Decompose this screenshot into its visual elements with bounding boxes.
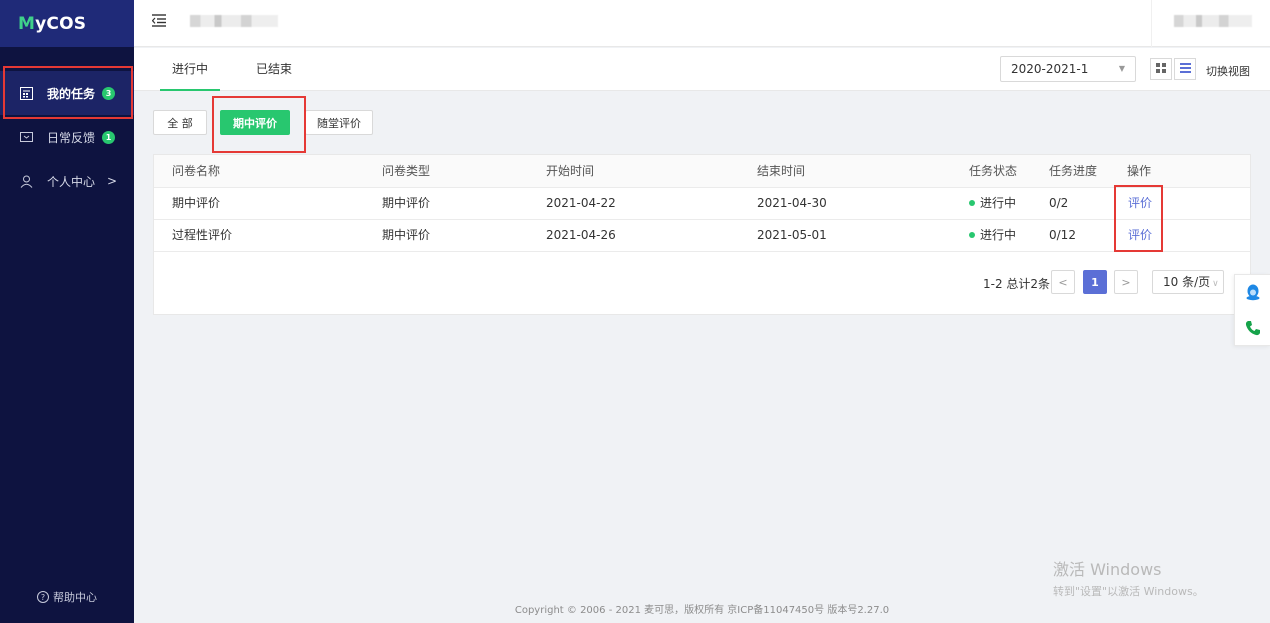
list-view-button[interactable]	[1174, 58, 1196, 80]
filter-all-button[interactable]: 全 部	[153, 110, 207, 135]
calendar-icon	[20, 86, 33, 100]
switch-view-label[interactable]: 切换视图	[1206, 63, 1250, 79]
cell-start: 2021-04-22	[546, 196, 616, 210]
sidebar-item-label: 日常反馈	[47, 130, 96, 145]
sidebar-item-personal-center[interactable]: 个人中心 >	[0, 159, 134, 203]
cell-type: 期中评价	[382, 196, 431, 210]
task-table-card: 问卷名称 问卷类型 开始时间 结束时间 任务状态 任务进度 操作 期中评价 期中…	[153, 154, 1251, 315]
cell-start: 2021-04-26	[546, 228, 616, 242]
evaluate-link[interactable]: 评价	[1128, 188, 1152, 219]
sidebar-item-daily-feedback[interactable]: 日常反馈 1	[0, 115, 134, 159]
menu-toggle-icon[interactable]	[151, 14, 166, 30]
grid-view-button[interactable]	[1150, 58, 1172, 80]
sidebar-item-my-tasks[interactable]: 我的任务 3	[0, 71, 134, 115]
cell-name: 过程性评价	[172, 228, 233, 242]
next-page-button[interactable]: >	[1114, 270, 1138, 294]
table-row: 期中评价 期中评价 2021-04-22 2021-04-30 进行中 0/2 …	[154, 188, 1250, 220]
status-tabbar: 进行中 已结束 2020-2021-1 ▼ 切换视图	[134, 48, 1270, 91]
tab-ended[interactable]: 已结束	[244, 48, 304, 91]
phone-contact-button[interactable]	[1235, 311, 1270, 347]
table-header: 问卷名称 问卷类型 开始时间 结束时间 任务状态 任务进度 操作	[154, 155, 1250, 188]
cell-status: 进行中	[969, 188, 1016, 219]
col-header-end: 结束时间	[757, 164, 806, 178]
header-divider	[1151, 0, 1152, 47]
top-header	[134, 0, 1270, 47]
col-header-name: 问卷名称	[172, 164, 221, 178]
col-header-status: 任务状态	[969, 164, 1018, 178]
col-header-action: 操作	[1127, 164, 1152, 178]
blurred-user-name[interactable]	[1174, 15, 1252, 27]
task-count-badge: 3	[102, 86, 116, 100]
cell-type: 期中评价	[382, 228, 431, 242]
phone-icon	[1245, 320, 1261, 339]
sidebar-item-label: 我的任务	[47, 86, 96, 101]
qq-chat-button[interactable]	[1235, 275, 1270, 311]
floating-contact-bar	[1234, 274, 1270, 346]
list-icon	[1179, 62, 1191, 76]
copyright-footer: Copyright © 2006 - 2021 麦可思，版权所有 京ICP备11…	[514, 605, 890, 616]
user-icon	[20, 175, 33, 188]
cell-progress: 0/2	[1049, 196, 1069, 210]
term-select[interactable]: 2020-2021-1 ▼	[1000, 56, 1136, 82]
table-row: 过程性评价 期中评价 2021-04-26 2021-05-01 进行中 0/1…	[154, 220, 1250, 252]
tab-in-progress[interactable]: 进行中	[160, 48, 221, 91]
status-dot-icon	[969, 231, 975, 238]
sidebar-item-label: 个人中心	[47, 174, 96, 189]
page-size-select[interactable]: 10 条/页 ∨	[1152, 270, 1224, 294]
evaluate-link[interactable]: 评价	[1128, 220, 1152, 251]
status-dot-icon	[969, 199, 975, 206]
cell-name: 期中评价	[172, 196, 221, 210]
pagination-info: 1-2 总计2条	[983, 277, 1051, 291]
cell-end: 2021-05-01	[757, 228, 827, 242]
cell-status: 进行中	[969, 220, 1016, 251]
qq-penguin-icon	[1245, 283, 1261, 304]
filter-in-class-button[interactable]: 随堂评价	[305, 110, 373, 135]
sidebar: MyCOS 我的任务 3 日常反馈 1 个人中心 > ? 帮助中心	[0, 0, 134, 623]
feedback-count-badge: 1	[102, 130, 116, 144]
help-center-link[interactable]: ? 帮助中心	[0, 589, 134, 605]
grid-icon	[1156, 62, 1166, 76]
page-1-button[interactable]: 1	[1083, 270, 1107, 294]
chevron-right-icon: >	[107, 174, 118, 188]
cell-progress: 0/12	[1049, 228, 1076, 242]
app-logo[interactable]: MyCOS	[0, 0, 134, 47]
filter-midterm-button[interactable]: 期中评价	[220, 110, 290, 135]
cell-end: 2021-04-30	[757, 196, 827, 210]
col-header-start: 开始时间	[546, 164, 595, 178]
blurred-breadcrumb	[190, 15, 278, 27]
col-header-type: 问卷类型	[382, 164, 431, 178]
col-header-progress: 任务进度	[1049, 164, 1098, 178]
prev-page-button[interactable]: <	[1051, 270, 1075, 294]
feedback-icon	[20, 131, 33, 144]
chevron-down-icon: ▼	[1118, 64, 1125, 73]
question-icon: ?	[37, 591, 49, 603]
chevron-down-icon: ∨	[1212, 279, 1219, 289]
windows-activation-watermark: 激活 Windows 转到"设置"以激活 Windows。	[1053, 560, 1204, 598]
